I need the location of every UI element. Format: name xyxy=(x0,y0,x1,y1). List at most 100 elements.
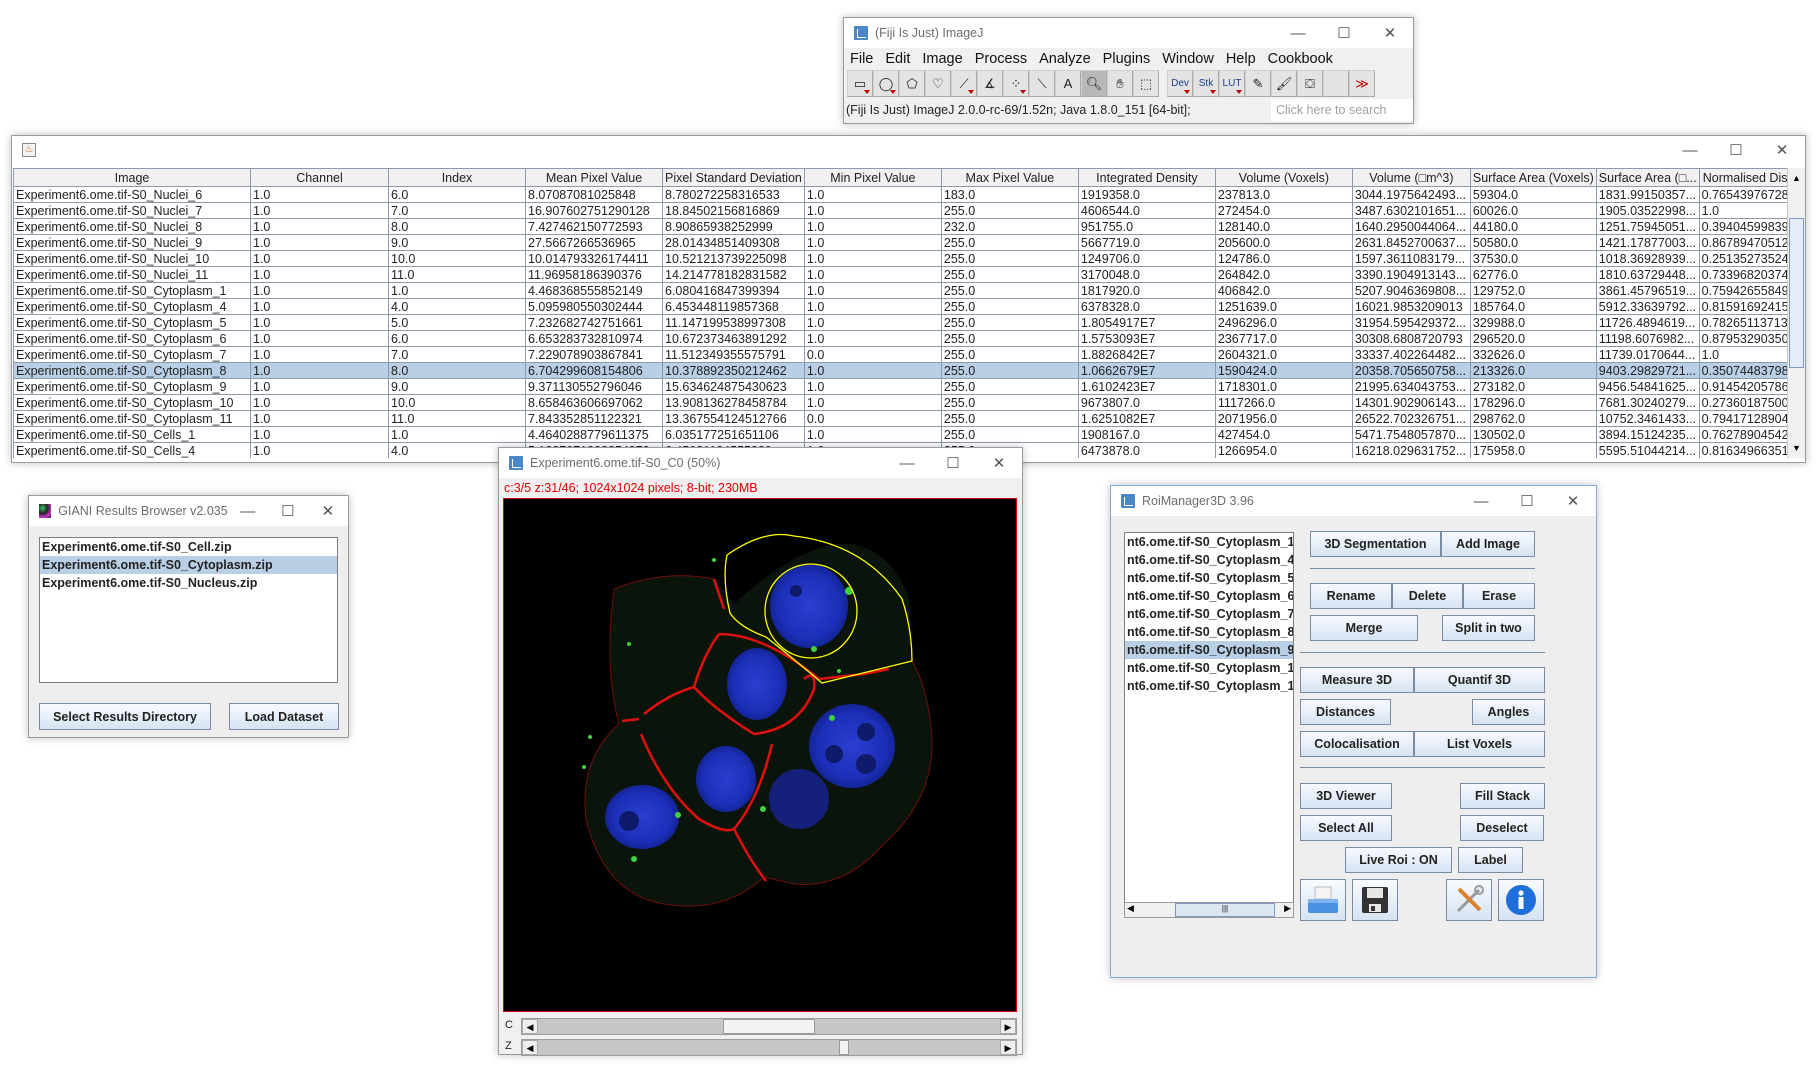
merge-button[interactable]: Merge xyxy=(1310,615,1418,641)
table-row[interactable]: Experiment6.ome.tif-S0_Nuclei_8 1.0 8.0 7.4… xyxy=(13,218,1803,235)
roimanager-titlebar[interactable]: RoiManager3D 3.96 — ☐ ✕ xyxy=(1111,486,1596,516)
dev-tool-button[interactable]: Dev xyxy=(1167,70,1193,97)
menu-image[interactable]: Image xyxy=(922,51,962,67)
maximize-button[interactable]: ☐ xyxy=(1504,486,1550,516)
list-item[interactable]: nt6.ome.tif-S0_Cytoplasm_1 xyxy=(1125,533,1293,551)
measure-3d-button[interactable]: Measure 3D xyxy=(1300,667,1414,693)
column-header[interactable]: Index xyxy=(388,168,526,187)
table-row[interactable]: Experiment6.ome.tif-S0_Nuclei_9 1.0 9.0 27.… xyxy=(13,234,1803,251)
add-image-button[interactable]: Add Image xyxy=(1441,531,1535,557)
scrollbar-thumb[interactable] xyxy=(1789,218,1804,368)
results-titlebar[interactable]: ♨ — ☐ ✕ xyxy=(12,136,1805,164)
list-item[interactable]: nt6.ome.tif-S0_Cytoplasm_9 xyxy=(1125,641,1293,659)
column-header[interactable]: Channel xyxy=(250,168,389,187)
list-item[interactable]: nt6.ome.tif-S0_Cytoplasm_5 xyxy=(1125,569,1293,587)
column-header[interactable]: Mean Pixel Value xyxy=(525,168,663,187)
brush-tool-button[interactable]: 🖌︎ xyxy=(1271,70,1297,97)
column-header[interactable]: Pixel Standard Deviation xyxy=(662,168,805,187)
angle-tool-button[interactable]: ∡ xyxy=(977,70,1003,97)
freehand-tool-button[interactable]: ♡ xyxy=(925,70,951,97)
minimize-button[interactable]: — xyxy=(1275,18,1321,48)
z-left-arrow-icon[interactable]: ◀ xyxy=(522,1040,538,1055)
table-row[interactable]: Experiment6.ome.tif-S0_Nuclei_7 1.0 7.0 16.… xyxy=(13,202,1803,219)
pencil-tool-button[interactable]: ✎ xyxy=(1245,70,1271,97)
text-tool-button[interactable]: A xyxy=(1055,70,1081,97)
imagej-titlebar[interactable]: (Fiji Is Just) ImageJ — ☐ ✕ xyxy=(844,18,1413,48)
empty-tool-slot-button[interactable] xyxy=(1323,70,1349,97)
polygon-tool-button[interactable]: ⬠ xyxy=(899,70,925,97)
list-voxels-button[interactable]: List Voxels xyxy=(1414,731,1545,757)
table-row[interactable]: Experiment6.ome.tif-S0_Cytoplasm_10 1.0 10… xyxy=(13,394,1803,411)
z-slider-track[interactable]: ◀ ▶ xyxy=(521,1039,1017,1056)
minimize-button[interactable]: — xyxy=(228,496,268,526)
print-button[interactable] xyxy=(1300,879,1346,921)
results-vertical-scrollbar[interactable]: ▲ ▼ xyxy=(1787,168,1805,458)
deselect-button[interactable]: Deselect xyxy=(1460,815,1544,841)
column-header[interactable]: Volume (Voxels) xyxy=(1214,168,1353,187)
scrollbar-thumb[interactable]: ||| xyxy=(1175,903,1275,917)
point-tool-button[interactable]: ⁘ xyxy=(1003,70,1029,97)
3d-viewer-button[interactable]: 3D Viewer xyxy=(1300,783,1392,809)
roi-list-horizontal-scrollbar[interactable]: ◀ ||| ▶ xyxy=(1124,902,1294,918)
image-canvas[interactable] xyxy=(503,498,1017,1012)
table-row[interactable]: Experiment6.ome.tif-S0_Cells_1 1.0 1.0 4.46… xyxy=(13,426,1803,443)
close-button[interactable]: ✕ xyxy=(976,448,1022,478)
split-in-two-button[interactable]: Split in two xyxy=(1442,615,1535,641)
maximize-button[interactable]: ☐ xyxy=(268,496,308,526)
table-row[interactable]: Experiment6.ome.tif-S0_Cytoplasm_11 1.0 11… xyxy=(13,410,1803,427)
scroll-up-icon[interactable]: ▲ xyxy=(1788,170,1805,186)
menu-window[interactable]: Window xyxy=(1162,51,1214,67)
list-item[interactable]: nt6.ome.tif-S0_Cytoplasm_11 xyxy=(1125,677,1293,695)
table-row[interactable]: Experiment6.ome.tif-S0_Nuclei_6 1.0 6.0 8.0… xyxy=(13,186,1803,203)
channel-left-arrow-icon[interactable]: ◀ xyxy=(522,1019,538,1034)
close-button[interactable]: ✕ xyxy=(1550,486,1596,516)
table-row[interactable]: Experiment6.ome.tif-S0_Nuclei_10 1.0 10.0 1… xyxy=(13,250,1803,267)
select-all-button[interactable]: Select All xyxy=(1300,815,1392,841)
magnifier-tool-button[interactable]: 🔍︎ xyxy=(1081,70,1107,97)
minimize-button[interactable]: — xyxy=(1458,486,1504,516)
list-item[interactable]: Experiment6.ome.tif-S0_Cell.zip xyxy=(40,538,337,556)
channel-slider-thumb[interactable] xyxy=(723,1019,815,1034)
column-header[interactable]: Min Pixel Value xyxy=(803,168,942,187)
colocalisation-button[interactable]: Colocalisation xyxy=(1300,731,1414,757)
table-row[interactable]: Experiment6.ome.tif-S0_Nuclei_11 1.0 11.0 1… xyxy=(13,266,1803,283)
table-row[interactable]: Experiment6.ome.tif-S0_Cytoplasm_1 1.0 1.0… xyxy=(13,282,1803,299)
list-item[interactable]: nt6.ome.tif-S0_Cytoplasm_8 xyxy=(1125,623,1293,641)
menu-plugins[interactable]: Plugins xyxy=(1103,51,1151,67)
column-header[interactable]: Volume (□m^3) xyxy=(1351,168,1471,187)
list-item[interactable]: Experiment6.ome.tif-S0_Nucleus.zip xyxy=(40,574,337,592)
stack-tool-button[interactable]: Stk xyxy=(1193,70,1219,97)
column-header[interactable]: Surface Area (Voxels) xyxy=(1469,168,1597,187)
3d-segmentation-button[interactable]: 3D Segmentation xyxy=(1310,531,1441,557)
close-button[interactable]: ✕ xyxy=(308,496,348,526)
list-item[interactable]: nt6.ome.tif-S0_Cytoplasm_4 xyxy=(1125,551,1293,569)
giani-titlebar[interactable]: GIANI Results Browser v2.035 — ☐ ✕ xyxy=(29,496,348,526)
minimize-button[interactable]: — xyxy=(1667,135,1713,165)
quantif-3d-button[interactable]: Quantif 3D xyxy=(1414,667,1545,693)
menu-cookbook[interactable]: Cookbook xyxy=(1268,51,1333,67)
table-row[interactable]: Experiment6.ome.tif-S0_Cytoplasm_8 1.0 8.0… xyxy=(13,362,1803,379)
maximize-button[interactable]: ☐ xyxy=(930,448,976,478)
list-item[interactable]: nt6.ome.tif-S0_Cytoplasm_10 xyxy=(1125,659,1293,677)
fill-stack-button[interactable]: Fill Stack xyxy=(1460,783,1545,809)
list-item[interactable]: Experiment6.ome.tif-S0_Cytoplasm.zip xyxy=(40,556,337,574)
scroll-down-icon[interactable]: ▼ xyxy=(1788,440,1805,456)
delete-button[interactable]: Delete xyxy=(1392,583,1463,609)
table-row[interactable]: Experiment6.ome.tif-S0_Cytoplasm_5 1.0 5.0… xyxy=(13,314,1803,331)
maximize-button[interactable]: ☐ xyxy=(1713,135,1759,165)
column-header[interactable]: Integrated Density xyxy=(1077,168,1216,187)
line-tool-button[interactable]: ⟋ xyxy=(951,70,977,97)
menu-edit[interactable]: Edit xyxy=(885,51,910,67)
z-slider-thumb[interactable] xyxy=(839,1040,849,1055)
rename-button[interactable]: Rename xyxy=(1310,583,1392,609)
channel-slider-track[interactable]: ◀ ▶ xyxy=(521,1018,1017,1035)
live-roi-toggle-button[interactable]: Live Roi : ON xyxy=(1345,847,1452,873)
settings-button[interactable] xyxy=(1446,879,1492,921)
channel-right-arrow-icon[interactable]: ▶ xyxy=(1000,1019,1016,1034)
save-button[interactable] xyxy=(1352,879,1398,921)
search-field[interactable]: Click here to search xyxy=(1271,99,1413,121)
table-row[interactable]: Experiment6.ome.tif-S0_Cytoplasm_4 1.0 4.0… xyxy=(13,298,1803,315)
z-right-arrow-icon[interactable]: ▶ xyxy=(1000,1040,1016,1055)
table-row[interactable]: Experiment6.ome.tif-S0_Cytoplasm_7 1.0 7.0… xyxy=(13,346,1803,363)
lut-tool-button[interactable]: LUT xyxy=(1219,70,1245,97)
